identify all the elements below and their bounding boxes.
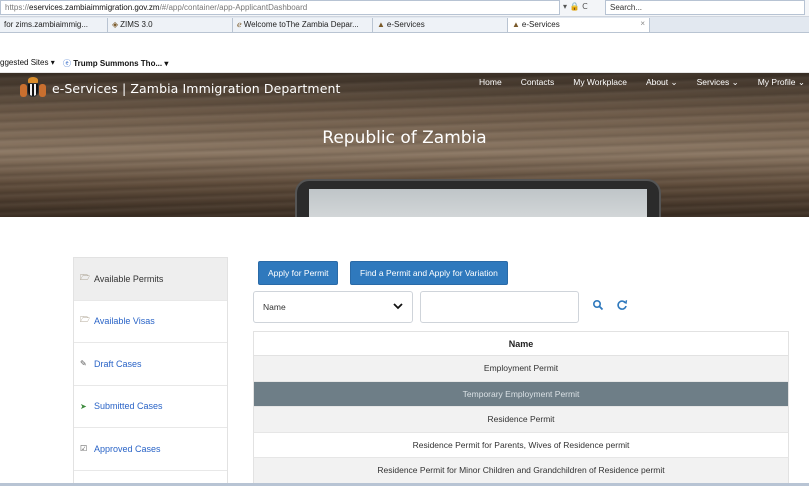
browser-address-bar: https://eservices.zambiaimmigration.gov.… [0, 0, 809, 17]
url-input[interactable]: https://eservices.zambiaimmigration.gov.… [0, 0, 560, 15]
sidebar-item-label: Available Permits [94, 273, 164, 284]
sidebar-item-approved-cases[interactable]: ☑ Approved Cases [74, 428, 227, 471]
nav-my-workplace[interactable]: My Workplace [573, 77, 627, 91]
url-prefix: https:// [5, 3, 30, 12]
sidebar-item-available-permits[interactable]: 🗁 Available Permits [74, 258, 227, 301]
browser-search-input[interactable]: Search... [605, 0, 805, 15]
send-icon: ➤ [80, 401, 87, 411]
hero-banner: e-Services | Zambia Immigration Departme… [0, 73, 809, 217]
table-row[interactable]: Residence Permit [253, 407, 789, 433]
nav-contacts[interactable]: Contacts [521, 77, 555, 91]
address-controls[interactable]: ▾ 🔒 C [563, 2, 588, 11]
shield-icon: ◈ [112, 20, 119, 29]
table-row-selected[interactable]: Temporary Employment Permit [253, 381, 789, 407]
site-icon: ▲ [512, 20, 520, 29]
tab-label: Welcome toThe Zambia Depar... [243, 20, 359, 29]
tab-label: ZIMS 3.0 [120, 20, 153, 29]
tab-label: for zims.zambiaimmig... [4, 20, 89, 29]
laptop-image [295, 179, 661, 217]
sidebar: 🗁 Available Permits 🗁 Available Visas ✎ … [73, 257, 228, 486]
filter-field-select[interactable]: Name [253, 291, 413, 323]
suggested-sites-link[interactable]: ggested Sites ▾ [0, 58, 55, 67]
nav-about[interactable]: About ⌄ [646, 77, 678, 91]
browser-tab-3[interactable]: ℯ Welcome toThe Zambia Depar... [233, 18, 373, 32]
find-permit-variation-button[interactable]: Find a Permit and Apply for Variation [350, 261, 508, 285]
nav-home[interactable]: Home [479, 77, 502, 91]
close-icon[interactable]: × [640, 19, 645, 28]
sidebar-item-label: Submitted Cases [94, 401, 163, 412]
browser-tab-4[interactable]: ▲ e-Services [373, 18, 508, 32]
site-icon: ▲ [377, 20, 385, 29]
favorite-link[interactable]: ⓔ Trump Summons Tho... ▾ [63, 58, 168, 69]
select-value: Name [263, 302, 286, 312]
nav-my-profile[interactable]: My Profile ⌄ [758, 77, 805, 91]
edit-icon: ✎ [80, 359, 87, 369]
table-row[interactable]: Employment Permit [253, 356, 789, 382]
folder-open-icon: 🗁 [80, 315, 90, 325]
url-host: eservices.zambiaimmigration.gov.zm [29, 3, 160, 12]
ie-icon: ⓔ [63, 59, 74, 68]
browser-tab-5[interactable]: ▲ e-Services × [508, 18, 650, 32]
sidebar-item-available-visas[interactable]: 🗁 Available Visas [74, 301, 227, 343]
browser-tab-strip: for zims.zambiaimmig... ◈ ZIMS 3.0 ℯ Welco… [0, 17, 809, 33]
url-path: /#/app/container/app-ApplicantDashboard [159, 3, 308, 12]
ie-icon: ℯ [237, 20, 242, 29]
search-icon[interactable] [592, 296, 604, 311]
table-row[interactable]: Residence Permit for Minor Children and … [253, 458, 789, 484]
nav-services[interactable]: Services ⌄ [697, 77, 739, 91]
permits-table: Name Employment Permit Temporary Employm… [253, 331, 789, 484]
sidebar-item-label: Available Visas [94, 316, 155, 327]
browser-tab-1[interactable]: for zims.zambiaimmig... [0, 18, 108, 32]
table-row[interactable]: Residence Permit for Parents, Wives of R… [253, 432, 789, 458]
tab-label: e-Services [521, 20, 560, 29]
hero-title: Republic of Zambia [322, 128, 487, 148]
check-square-icon: ☑ [80, 444, 88, 454]
apply-for-permit-button[interactable]: Apply for Permit [258, 261, 339, 285]
refresh-icon[interactable] [616, 296, 628, 310]
sidebar-item-label: Approved Cases [94, 443, 161, 454]
tab-label: e-Services [386, 20, 425, 29]
column-header-name[interactable]: Name [253, 331, 789, 356]
top-navigation: Home Contacts My Workplace About ⌄ Servi… [479, 77, 809, 91]
sidebar-item-label: Draft Cases [94, 358, 142, 369]
browser-tab-2[interactable]: ◈ ZIMS 3.0 [108, 18, 233, 32]
favorites-bar: ggested Sites ▾ ⓔ Trump Summons Tho... ▾ [0, 33, 809, 73]
search-input[interactable] [420, 291, 579, 323]
sidebar-item-submitted-cases[interactable]: ➤ Submitted Cases [74, 386, 227, 428]
favorite-label: Trump Summons Tho... ▾ [73, 59, 169, 68]
brand[interactable]: e-Services | Zambia Immigration Departme… [20, 77, 341, 99]
brand-title: e-Services | Zambia Immigration Departme… [52, 80, 341, 96]
sidebar-item-draft-cases[interactable]: ✎ Draft Cases [74, 343, 227, 386]
folder-open-icon: 🗁 [80, 272, 90, 282]
chevron-down-icon [393, 302, 403, 312]
coat-of-arms-icon [20, 77, 46, 99]
